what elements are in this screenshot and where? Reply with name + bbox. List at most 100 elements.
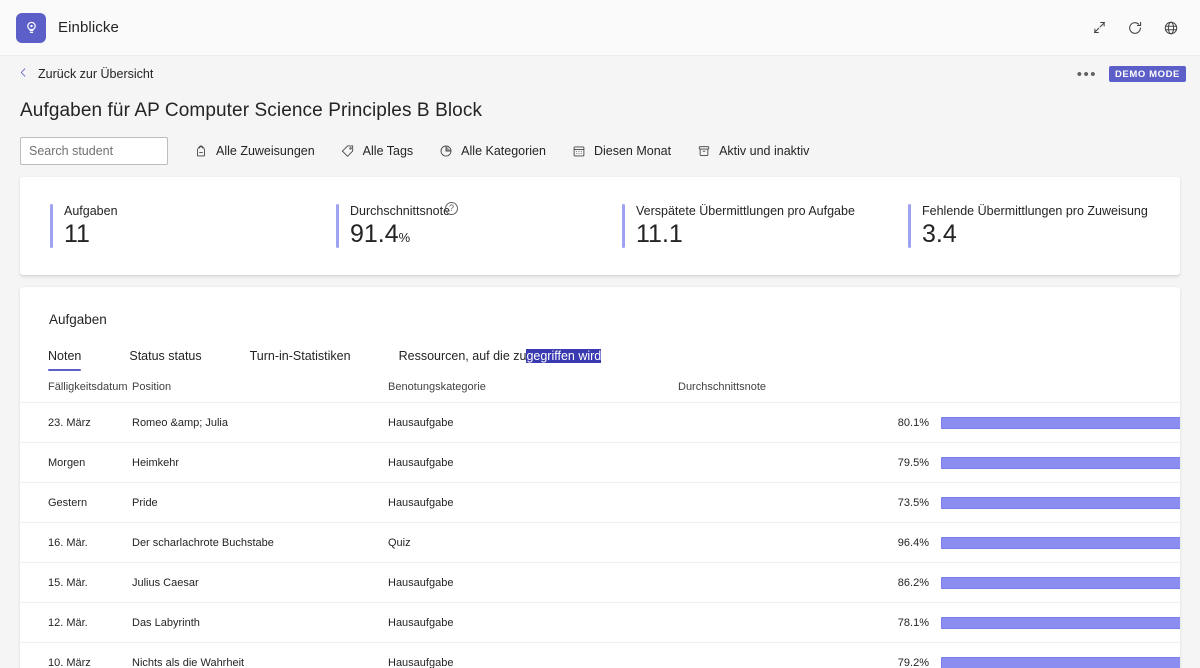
kpi-label: Fehlende Übermittlungen pro Zuweisung: [922, 203, 1148, 218]
tag-icon: [341, 144, 355, 158]
kpi-value: 11.1: [636, 219, 683, 248]
archive-icon: [697, 144, 711, 158]
filter-alle-kategorien[interactable]: Alle Kategorien: [439, 144, 546, 158]
kpi-durchschnittsnote: Durchschnittsnote ? 91.4%: [314, 201, 600, 249]
cell-assignment-title[interactable]: Pride: [132, 482, 388, 523]
tab-label: Turn-in-Statistiken: [249, 349, 351, 363]
lightbulb-icon: [16, 12, 46, 43]
filter-diesen-monat[interactable]: Diesen Monat: [572, 144, 671, 158]
table-row[interactable]: 10. März Nichts als die Wahrheit Hausaufga…: [20, 642, 1180, 668]
grade-bar-fill: [941, 497, 1180, 509]
grade-bar-fill: [941, 577, 1180, 589]
more-options-button[interactable]: •••: [1069, 67, 1105, 82]
cell-assignment-title[interactable]: Heimkehr: [132, 442, 388, 483]
tab-label-selected-text: gegriffen wird: [526, 349, 602, 363]
grade-bar-track: [941, 577, 1180, 589]
kpi-accent-bar: [50, 203, 53, 249]
tab-ressourcen-zugegriffen[interactable]: Ressourcen, auf die zugegriffen wird: [399, 349, 602, 371]
tab-label: Status status: [129, 349, 202, 363]
app-title-bar: Einblicke: [0, 0, 1200, 56]
kpi-fehlende-uebermittlungen: Fehlende Übermittlungen pro Zuweisung 3.…: [886, 203, 1172, 249]
cell-average-grade: 79.5%: [678, 442, 929, 483]
grade-bar-track: [941, 537, 1180, 549]
collapse-icon[interactable]: [1084, 13, 1114, 43]
filter-label: Aktiv und inaktiv: [719, 144, 810, 158]
kpi-verspaetete-uebermittlungen: Verspätete Übermittlungen pro Aufgabe 11…: [600, 203, 886, 249]
grade-bar-fill: [941, 457, 1180, 469]
page-title: Aufgaben für AP Computer Science Princip…: [20, 100, 483, 121]
table-row[interactable]: 23. März Romeo &amp; Julia Hausaufgabe 80.1…: [20, 402, 1180, 443]
back-to-overview-link[interactable]: Zurück zur Übersicht: [18, 67, 153, 81]
table-row[interactable]: Morgen Heimkehr Hausaufgabe 79.5%: [20, 442, 1180, 483]
cell-grade-bar: [929, 482, 1180, 523]
breadcrumb-bar: Zurück zur Übersicht ••• DEMO MODE: [0, 56, 1200, 92]
table-row[interactable]: Gestern Pride Hausaufgabe 73.5%: [20, 482, 1180, 523]
cell-grade-bar: [929, 562, 1180, 603]
cell-grading-category: Hausaufgabe: [388, 562, 678, 603]
kpi-value: 3.4: [922, 219, 957, 248]
cell-average-grade: 96.4%: [678, 522, 929, 563]
table-head: Fälligkeitsdatum Position Benotungskateg…: [20, 371, 1180, 403]
cell-assignment-title[interactable]: Das Labyrinth: [132, 602, 388, 643]
col-header-position[interactable]: Position: [132, 371, 388, 403]
table-row[interactable]: 15. Mär. Julius Caesar Hausaufgabe 86.2%: [20, 562, 1180, 603]
assignments-table: Fälligkeitsdatum Position Benotungskateg…: [20, 371, 1180, 668]
assignments-card: Aufgaben Noten Status status Turn-in-Sta…: [20, 287, 1180, 668]
cell-average-grade: 86.2%: [678, 562, 929, 603]
grade-bar-fill: [941, 657, 1180, 668]
tab-noten[interactable]: Noten: [48, 349, 82, 371]
cell-grading-category: Hausaufgabe: [388, 642, 678, 668]
cell-assignment-title[interactable]: Der scharlachrote Buchstabe: [132, 522, 388, 563]
assignments-heading: Aufgaben: [49, 312, 107, 327]
cell-due-date: Morgen: [20, 442, 132, 483]
back-link-label: Zurück zur Übersicht: [38, 67, 154, 81]
info-icon[interactable]: ?: [445, 201, 459, 215]
grade-bar-track: [941, 657, 1180, 668]
cell-assignment-title[interactable]: Julius Caesar: [132, 562, 388, 603]
kpi-value: 91.4%: [350, 220, 450, 249]
cell-due-date: 10. März: [20, 642, 132, 668]
backpack-icon: [194, 144, 208, 158]
table-row[interactable]: 12. Mär. Das Labyrinth Hausaufgabe 78.1%: [20, 602, 1180, 643]
col-header-benotungskategorie[interactable]: Benotungskategorie: [388, 371, 678, 403]
cell-grading-category: Hausaufgabe: [388, 482, 678, 523]
tab-turn-in-statistiken[interactable]: Turn-in-Statistiken: [250, 349, 351, 371]
cell-grade-bar: [929, 402, 1180, 443]
filter-alle-tags[interactable]: Alle Tags: [341, 144, 414, 158]
grade-bar-fill: [941, 417, 1180, 429]
kpi-label-text: Durchschnittsnote: [350, 203, 451, 218]
cell-average-grade: 79.2%: [678, 642, 929, 668]
tab-status-status[interactable]: Status status: [129, 349, 201, 371]
kpi-body: Durchschnittsnote ? 91.4%: [350, 201, 459, 249]
filter-aktiv-und-inaktiv[interactable]: Aktiv und inaktiv: [697, 144, 809, 158]
col-header-faelligkeitsdatum[interactable]: Fälligkeitsdatum: [20, 371, 132, 403]
cell-assignment-title[interactable]: Nichts als die Wahrheit: [132, 642, 388, 668]
search-student-input[interactable]: [20, 137, 168, 165]
kpi-accent-bar: [908, 203, 911, 249]
tab-label: Noten: [48, 349, 82, 363]
table-body: 23. März Romeo &amp; Julia Hausaufgabe 80.1…: [20, 402, 1180, 668]
grade-bar-track: [941, 457, 1180, 469]
kpi-value-unit: %: [398, 229, 411, 245]
filter-alle-zuweisungen[interactable]: Alle Zuweisungen: [194, 144, 315, 158]
cell-average-grade: 78.1%: [678, 602, 929, 643]
cell-due-date: 12. Mär.: [20, 602, 132, 643]
kpi-body: Fehlende Übermittlungen pro Zuweisung 3.…: [922, 204, 1148, 249]
filter-label: Alle Tags: [362, 144, 414, 158]
kpi-value: 11: [64, 219, 90, 248]
table-row[interactable]: 16. Mär. Der scharlachrote Buchstabe Quiz 9…: [20, 522, 1180, 563]
globe-icon[interactable]: [1156, 13, 1186, 43]
grade-bar-fill: [941, 537, 1180, 549]
kpi-accent-bar: [336, 203, 339, 249]
refresh-icon[interactable]: [1120, 13, 1150, 43]
assignments-tabs: Noten Status status Turn-in-Statistiken …: [20, 327, 1180, 371]
cell-grade-bar: [929, 642, 1180, 668]
col-header-durchschnittsnote[interactable]: Durchschnittsnote: [678, 371, 1180, 403]
cell-due-date: 16. Mär.: [20, 522, 132, 563]
tab-label: Ressourcen, auf die zu: [398, 349, 527, 363]
grade-bar-fill: [941, 617, 1180, 629]
cell-due-date: 15. Mär.: [20, 562, 132, 603]
kpi-body: Aufgaben 11: [64, 204, 118, 249]
cell-average-grade: 73.5%: [678, 482, 929, 523]
cell-assignment-title[interactable]: Romeo &amp; Julia: [132, 402, 388, 443]
